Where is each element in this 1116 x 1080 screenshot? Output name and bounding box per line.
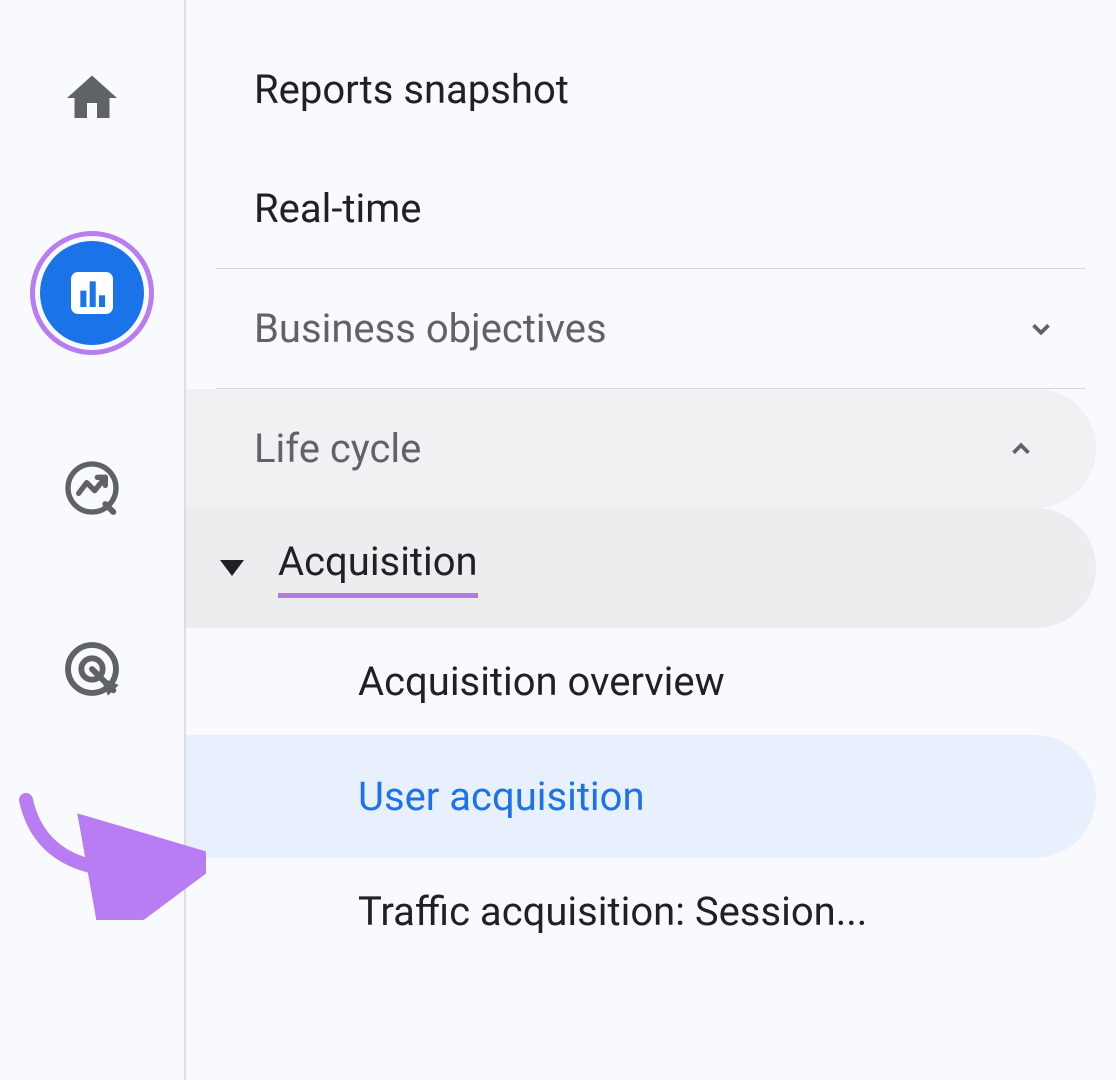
home-icon bbox=[62, 68, 122, 128]
nav-reports-snapshot[interactable]: Reports snapshot bbox=[186, 30, 1116, 149]
subsection-acquisition[interactable]: Acquisition bbox=[186, 508, 1096, 628]
barchart-icon bbox=[64, 265, 120, 321]
section-label: Business objectives bbox=[254, 305, 607, 352]
report-user-acquisition[interactable]: User acquisition bbox=[186, 735, 1096, 858]
rail-reports[interactable] bbox=[30, 231, 154, 355]
reports-active-circle bbox=[40, 241, 144, 345]
report-traffic-acquisition[interactable]: Traffic acquisition: Session... bbox=[186, 858, 1096, 965]
nav-realtime[interactable]: Real-time bbox=[186, 149, 1116, 268]
target-click-icon bbox=[60, 637, 124, 701]
reports-nav-panel: Reports snapshot Real-time Business obje… bbox=[186, 0, 1116, 1080]
trend-circle-icon bbox=[60, 456, 124, 520]
chevron-up-icon bbox=[1006, 434, 1036, 464]
section-life-cycle[interactable]: Life cycle bbox=[186, 389, 1096, 508]
rail-explore[interactable] bbox=[44, 440, 140, 536]
icon-rail bbox=[0, 0, 186, 1080]
rail-home[interactable] bbox=[44, 50, 140, 146]
rail-advertising[interactable] bbox=[44, 621, 140, 717]
report-acquisition-overview[interactable]: Acquisition overview bbox=[186, 628, 1096, 735]
subsection-label: Acquisition bbox=[278, 538, 478, 598]
section-business-objectives[interactable]: Business objectives bbox=[186, 269, 1116, 388]
caret-down-icon bbox=[220, 560, 244, 576]
section-label: Life cycle bbox=[254, 425, 421, 472]
chevron-down-icon bbox=[1026, 314, 1056, 344]
